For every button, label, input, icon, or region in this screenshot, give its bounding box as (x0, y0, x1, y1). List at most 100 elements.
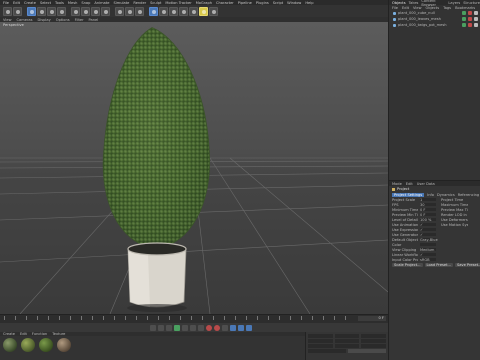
viewport-menu-item[interactable]: Cameras (17, 18, 33, 22)
coord-field[interactable] (334, 339, 360, 343)
param-field[interactable]: 100 % (420, 217, 436, 222)
param-field[interactable]: Medium (420, 247, 436, 252)
rotation-key-icon[interactable] (238, 324, 244, 331)
x-axis-icon[interactable] (71, 6, 80, 16)
light-icon[interactable] (209, 6, 218, 16)
live-selection-icon[interactable] (27, 6, 36, 16)
material-swatch[interactable] (39, 338, 53, 352)
object-manager-tab[interactable]: Takes (409, 1, 419, 5)
material-swatch[interactable] (3, 338, 17, 352)
move-tool-icon[interactable] (37, 6, 46, 16)
param-field[interactable]: ✓ (420, 222, 436, 227)
scale-tool-icon[interactable] (47, 6, 56, 16)
attribute-tab[interactable]: Edit (406, 182, 413, 186)
menu-item[interactable]: Render (133, 1, 146, 5)
menu-item[interactable]: Select (40, 1, 51, 5)
scene-icon[interactable] (189, 6, 198, 16)
coord-field[interactable] (334, 334, 360, 338)
menu-item[interactable]: Sculpt (150, 1, 161, 5)
coordinate-system-icon[interactable] (101, 6, 110, 16)
param-field[interactable] (420, 242, 436, 247)
attribute-subtab[interactable]: Dynamics (437, 193, 455, 197)
z-axis-icon[interactable] (91, 6, 100, 16)
go-to-start-icon[interactable] (150, 324, 156, 331)
menu-item[interactable]: Script (273, 1, 283, 5)
menu-item[interactable]: Window (287, 1, 301, 5)
object-row[interactable]: plant_000_twigs_pot_mesh (389, 22, 480, 28)
visibility-dot[interactable] (462, 11, 466, 15)
menu-item[interactable]: Motion Tracker (165, 1, 191, 5)
attribute-subtab[interactable]: Project Settings (392, 192, 425, 197)
param-field[interactable]: sRGB (420, 257, 436, 262)
object-manager-tab[interactable]: Layers (448, 1, 460, 5)
play-icon[interactable] (174, 324, 180, 331)
array-icon[interactable] (169, 6, 178, 16)
keyframe-selection-icon[interactable] (222, 324, 228, 331)
object-manager-tab[interactable]: Structure (463, 1, 480, 5)
viewport-menu-item[interactable]: Display (38, 18, 51, 22)
render-settings-icon[interactable] (135, 6, 144, 16)
redo-icon[interactable] (13, 6, 22, 16)
y-axis-icon[interactable] (81, 6, 90, 16)
param-field[interactable]: Gray-Blue (420, 237, 438, 242)
menu-item[interactable]: Snap (81, 1, 90, 5)
deformer-icon[interactable] (179, 6, 188, 16)
material-swatch[interactable] (57, 338, 71, 352)
param-field[interactable]: 0 F (420, 212, 436, 217)
camera-icon[interactable] (199, 6, 208, 16)
position-key-icon[interactable] (230, 324, 236, 331)
menu-item[interactable]: Animate (94, 1, 109, 5)
attribute-tab[interactable]: User Data (417, 182, 435, 186)
next-frame-icon[interactable] (182, 324, 188, 331)
menu-item[interactable]: MoGraph (196, 1, 212, 5)
menu-item[interactable]: Pipeline (238, 1, 252, 5)
menu-item[interactable]: Create (24, 1, 36, 5)
cube-icon[interactable] (149, 6, 158, 16)
go-to-end-icon[interactable] (198, 324, 204, 331)
next-key-icon[interactable] (190, 324, 196, 331)
object-manager-menu-item[interactable]: Edit (402, 6, 409, 10)
menu-item[interactable]: Character (216, 1, 234, 5)
coord-field[interactable] (308, 344, 333, 348)
material-tag-icon[interactable] (468, 17, 472, 21)
coord-field[interactable] (361, 344, 387, 348)
preset-button[interactable]: Save Preset... (454, 262, 480, 267)
menu-item[interactable]: Plugins (256, 1, 269, 5)
attribute-tab[interactable]: Mode (392, 182, 402, 186)
coord-field[interactable] (361, 339, 387, 343)
phong-tag-icon[interactable] (474, 23, 478, 27)
param-field[interactable]: 0 F (420, 207, 436, 212)
viewport-menu-item[interactable]: Options (56, 18, 70, 22)
menu-item[interactable]: Edit (13, 1, 20, 5)
preset-button[interactable]: Load Preset... (424, 262, 453, 267)
render-view-icon[interactable] (115, 6, 124, 16)
render-picture-viewer-icon[interactable] (125, 6, 134, 16)
material-swatch[interactable] (21, 338, 35, 352)
viewport-menu-item[interactable]: Panel (89, 18, 99, 22)
menu-item[interactable]: Mesh (68, 1, 77, 5)
param-field[interactable]: ✓ (420, 227, 436, 232)
viewport-menu-item[interactable]: View (3, 18, 12, 22)
menu-item[interactable]: Tools (55, 1, 64, 5)
object-manager-menu-item[interactable]: Objects (426, 6, 440, 10)
record-icon[interactable] (206, 324, 212, 331)
rotate-tool-icon[interactable] (57, 6, 66, 16)
scale-key-icon[interactable] (246, 324, 252, 331)
coord-field[interactable] (361, 334, 387, 338)
coord-field[interactable] (308, 349, 346, 353)
timeline[interactable]: 0 F (0, 314, 388, 323)
menu-item[interactable]: Help (305, 1, 313, 5)
param-field[interactable]: 30 (420, 202, 436, 207)
undo-icon[interactable] (3, 6, 12, 16)
object-manager-menu-item[interactable]: View (413, 6, 422, 10)
param-field[interactable]: ✓ (420, 232, 436, 237)
phong-tag-icon[interactable] (474, 11, 478, 15)
subdivision-surface-icon[interactable] (159, 6, 168, 16)
visibility-dot[interactable] (462, 17, 466, 21)
timeline-ruler[interactable] (4, 316, 356, 320)
menu-item[interactable]: Simulate (113, 1, 129, 5)
attribute-subtab[interactable]: Referencing (458, 193, 479, 197)
menu-item[interactable]: File (3, 1, 9, 5)
object-manager-menu-item[interactable]: Tags (443, 6, 451, 10)
visibility-dot[interactable] (462, 23, 466, 27)
